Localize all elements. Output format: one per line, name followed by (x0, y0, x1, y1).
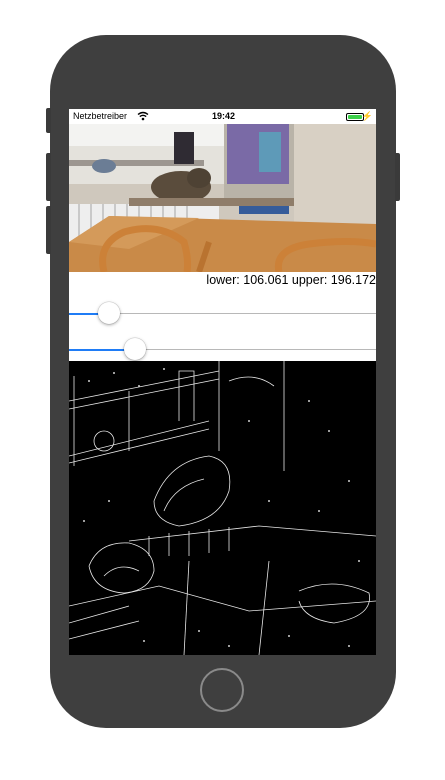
upper-threshold-slider[interactable] (69, 338, 376, 362)
volume-down-button (46, 206, 51, 254)
wifi-icon (137, 111, 149, 123)
home-button[interactable] (200, 668, 244, 712)
lower-threshold-slider[interactable] (69, 302, 376, 326)
source-photo (69, 124, 376, 272)
carrier-name: Netzbetreiber (73, 111, 128, 121)
edge-detection-output (69, 361, 376, 655)
status-bar: Netzbetreiber 19:42 ⚡ (69, 109, 376, 124)
slider-thumb[interactable] (124, 338, 146, 360)
volume-up-button (46, 153, 51, 201)
status-time: 19:42 (212, 111, 236, 121)
mute-switch (46, 108, 51, 133)
screen: Netzbetreiber 19:42 ⚡ lower: 106.061 upp… (69, 109, 376, 655)
slider-thumb[interactable] (98, 302, 120, 324)
power-button (395, 153, 400, 201)
charging-bolt-icon: ⚡ (361, 111, 373, 121)
threshold-label: lower: 106.061 upper: 196.172 (206, 273, 376, 287)
